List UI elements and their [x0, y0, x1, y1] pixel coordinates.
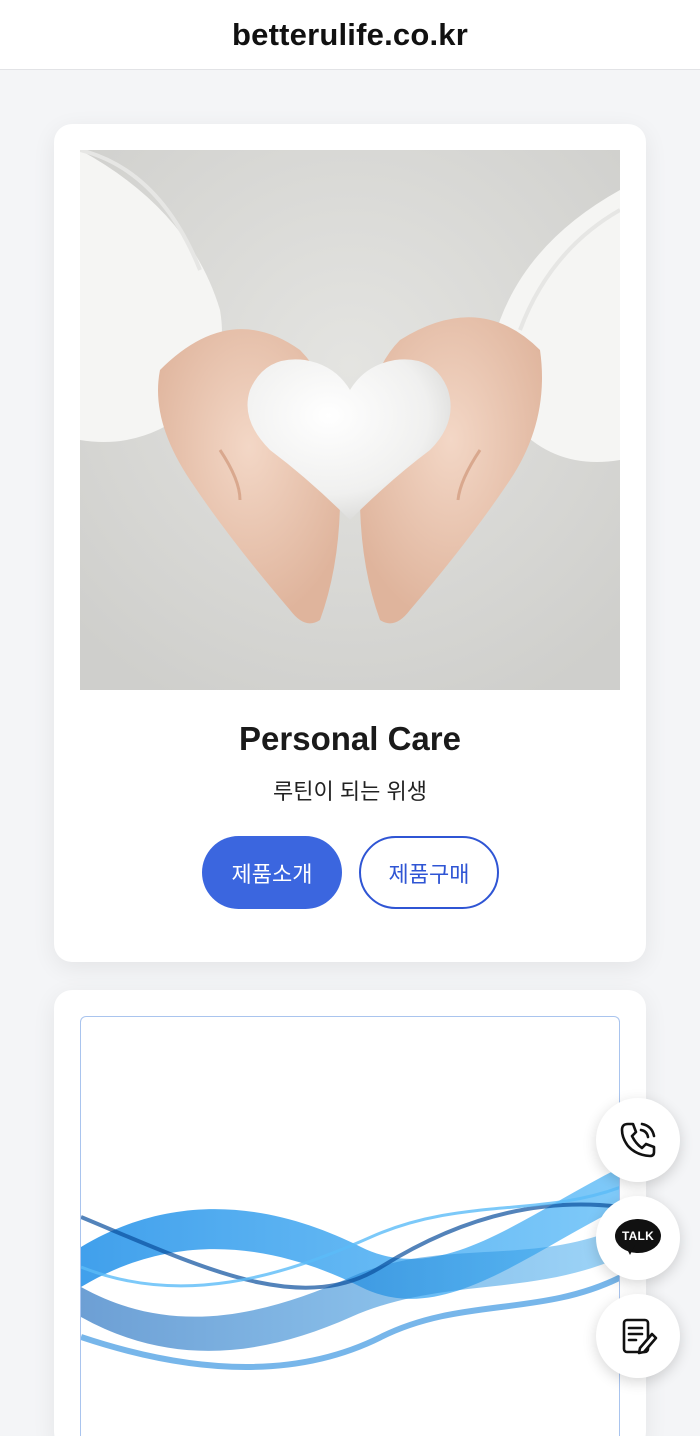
product-image	[80, 1016, 620, 1436]
card-title: Personal Care	[239, 720, 461, 757]
memo-edit-icon	[622, 1318, 658, 1355]
talk-label: TALK	[622, 1229, 654, 1243]
kakao-talk-button[interactable]: TALK	[596, 1196, 680, 1280]
product-buy-button[interactable]: 제품구매	[359, 836, 499, 909]
hands-heart-illustration	[80, 150, 620, 690]
talk-bubble-icon: TALK	[615, 1219, 661, 1257]
product-card-wave	[54, 990, 646, 1436]
card-subtitle: 루틴이 되는 위생	[273, 779, 427, 804]
product-image	[80, 150, 620, 690]
blue-wave-illustration	[81, 1168, 619, 1370]
phone-call-icon	[620, 1122, 656, 1158]
browser-url-bar[interactable]: betterulife.co.kr	[0, 0, 700, 70]
memo-button[interactable]	[596, 1294, 680, 1378]
call-button[interactable]	[596, 1098, 680, 1182]
product-intro-button[interactable]: 제품소개	[202, 836, 342, 909]
url-domain[interactable]: betterulife.co.kr	[232, 17, 468, 53]
product-card-personal-care: Personal Care 루틴이 되는 위생 제품소개 제품구매	[54, 124, 646, 962]
